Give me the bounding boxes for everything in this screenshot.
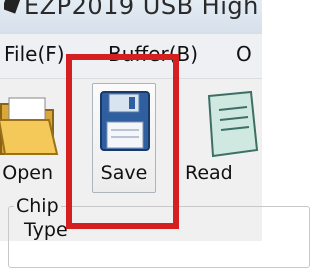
menu-file[interactable]: File(F) (4, 42, 65, 66)
read-button[interactable]: Read (178, 83, 268, 193)
app-icon (1, 0, 25, 20)
open-label: Open (2, 162, 53, 184)
save-label: Save (100, 162, 148, 184)
open-button[interactable]: Open (0, 83, 59, 193)
floppy-disk-icon (99, 90, 151, 160)
notepad-icon (195, 90, 265, 164)
menu-bar: File(F) Buffer(B) O (0, 34, 262, 79)
title-bar: EZP2019 USB High (0, 0, 262, 34)
save-button[interactable]: Save (92, 83, 156, 193)
toolbar: Open Save Read (0, 79, 262, 195)
window-title: EZP2019 USB High (24, 0, 259, 20)
chip-group-legend: Chip (14, 195, 61, 217)
menu-options[interactable]: O (236, 42, 252, 66)
chip-group: Chip Type (0, 195, 310, 268)
chip-type-label: Type (24, 219, 68, 241)
folder-open-icon (0, 90, 59, 164)
menu-buffer[interactable]: Buffer(B) (108, 42, 198, 66)
read-label: Read (185, 162, 233, 184)
